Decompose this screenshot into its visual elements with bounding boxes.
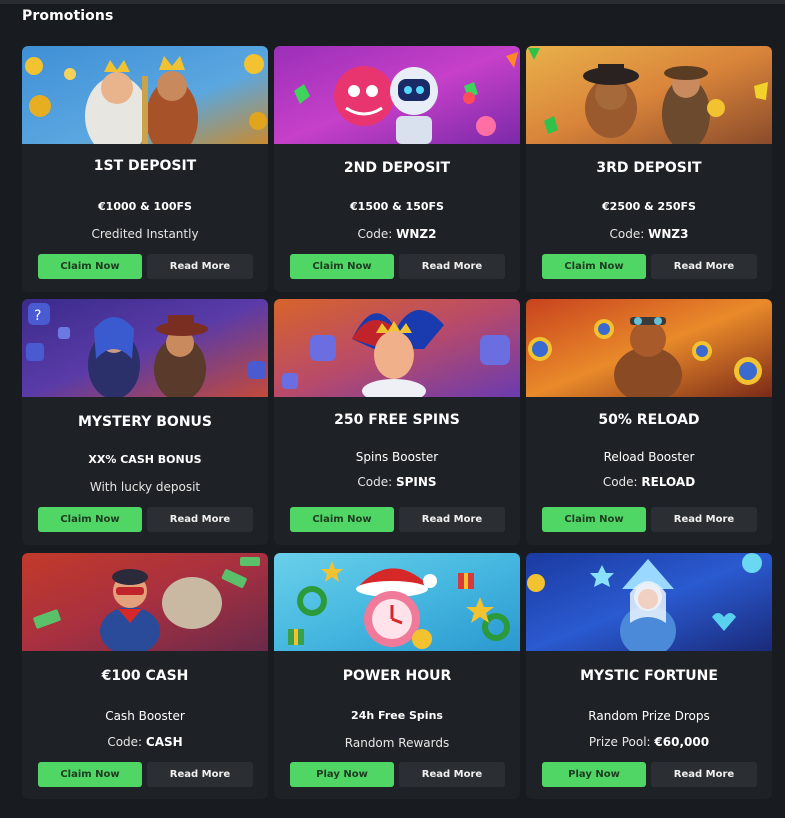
promo-card-power-hour: POWER HOUR 24h Free Spins Random Rewards… [274, 553, 520, 799]
promo-card-mystic-fortune: MYSTIC FORTUNE Random Prize Drops Prize … [526, 553, 772, 799]
claim-now-button[interactable]: Claim Now [542, 507, 646, 532]
play-now-button[interactable]: Play Now [290, 762, 394, 787]
read-more-button[interactable]: Read More [147, 507, 253, 532]
bonus-type: Random Prize Drops [588, 709, 710, 723]
bonus-detail: Credited Instantly [91, 227, 199, 241]
card-title: 3RD DEPOSIT [596, 160, 702, 176]
claim-now-button[interactable]: Claim Now [38, 507, 142, 532]
bonus-amount: €1000 & 100FS [98, 200, 192, 213]
promo-card-3rd-deposit: 3RD DEPOSIT €2500 & 250FS Code: WNZ3 Cla… [526, 46, 772, 292]
read-more-button[interactable]: Read More [399, 254, 505, 279]
play-now-button[interactable]: Play Now [542, 762, 646, 787]
card-title: 50% RELOAD [598, 412, 700, 428]
promo-card-50-reload: 50% RELOAD Reload Booster Code: RELOAD C… [526, 299, 772, 545]
claim-now-button[interactable]: Claim Now [38, 762, 142, 787]
banner-mystery-heroes-art: ? [22, 299, 268, 397]
read-more-button[interactable]: Read More [399, 507, 505, 532]
banner-pirate-dog-and-explorer-art [526, 46, 772, 144]
read-more-button[interactable]: Read More [651, 254, 757, 279]
read-more-button[interactable]: Read More [147, 762, 253, 787]
banner-christmas-clock-art [274, 553, 520, 651]
bonus-type: Reload Booster [603, 450, 695, 464]
card-title: POWER HOUR [342, 668, 452, 684]
bonus-detail: Random Rewards [344, 736, 450, 750]
promo-card-2nd-deposit: 2ND DEPOSIT €1500 & 150FS Code: WNZ2 Cla… [274, 46, 520, 292]
banner-ice-queen-art [526, 553, 772, 651]
card-title: 1ST DEPOSIT [93, 158, 197, 174]
card-title: MYSTIC FORTUNE [580, 668, 718, 684]
bonus-detail: With lucky deposit [89, 480, 201, 494]
read-more-button[interactable]: Read More [651, 507, 757, 532]
bonus-code: Code: WNZ3 [609, 227, 689, 241]
promo-card-1st-deposit: 1ST DEPOSIT €1000 & 100FS Credited Insta… [22, 46, 268, 292]
promo-card-mystery-bonus: ? MYSTERY BONUS XX% CASH BONUS With luck… [22, 299, 268, 545]
bonus-code: Code: CASH [107, 735, 183, 749]
claim-now-button[interactable]: Claim Now [38, 254, 142, 279]
page-title: Promotions [22, 8, 114, 24]
svg-text:?: ? [34, 308, 41, 324]
prize-pool: Prize Pool: €60,000 [588, 735, 710, 749]
banner-fire-warrior-art [526, 299, 772, 397]
bonus-type: Spins Booster [355, 450, 439, 464]
bonus-amount: XX% CASH BONUS [88, 453, 202, 466]
card-title: 250 FREE SPINS [334, 412, 460, 428]
bonus-amount: €1500 & 150FS [350, 200, 444, 213]
read-more-button[interactable]: Read More [147, 254, 253, 279]
claim-now-button[interactable]: Claim Now [290, 507, 394, 532]
bonus-type: 24h Free Spins [351, 709, 443, 722]
bonus-code: Code: RELOAD [602, 475, 696, 489]
bonus-amount: €2500 & 250FS [602, 200, 696, 213]
top-divider [0, 0, 785, 4]
bonus-type: Cash Booster [105, 709, 185, 723]
promo-card-250-free-spins: 250 FREE SPINS Spins Booster Code: SPINS… [274, 299, 520, 545]
read-more-button[interactable]: Read More [651, 762, 757, 787]
bonus-code: Code: SPINS [357, 475, 437, 489]
banner-robber-art [22, 553, 268, 651]
card-title: €100 CASH [101, 668, 189, 684]
card-title: MYSTERY BONUS [77, 414, 213, 430]
claim-now-button[interactable]: Claim Now [542, 254, 646, 279]
bonus-code: Code: WNZ2 [357, 227, 437, 241]
banner-zeus-and-king-art [22, 46, 268, 144]
card-title: 2ND DEPOSIT [343, 160, 451, 176]
banner-jester-art [274, 299, 520, 397]
read-more-button[interactable]: Read More [399, 762, 505, 787]
banner-fruit-monster-and-robot-art [274, 46, 520, 144]
promo-card-100-cash: €100 CASH Cash Booster Code: CASH Claim … [22, 553, 268, 799]
claim-now-button[interactable]: Claim Now [290, 254, 394, 279]
